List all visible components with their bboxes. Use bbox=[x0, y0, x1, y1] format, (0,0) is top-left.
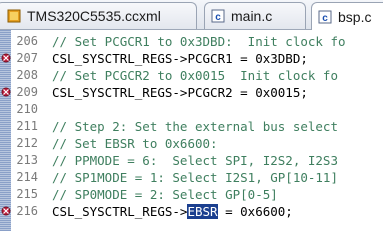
code-line[interactable]: 213 // PPMODE = 6: Select SPI, I2S2, I2S3 bbox=[0, 152, 383, 169]
line-number: 213 bbox=[16, 153, 38, 167]
code-comment: // Set PCGCR1 to 0x3DBD: Init clock fo bbox=[52, 34, 346, 49]
code-comment: // SP0MODE = 2: Select GP[0-5] bbox=[52, 187, 278, 202]
line-number: 212 bbox=[16, 136, 38, 150]
code-comment: // Set EBSR to 0x6600: bbox=[52, 136, 218, 151]
code-line[interactable]: 208 // Set PCGCR2 to 0x0015 Init clock fo bbox=[0, 67, 383, 84]
code-editor[interactable]: 206 // Set PCGCR1 to 0x3DBD: Init clock f… bbox=[0, 30, 383, 231]
breakpoint-icon[interactable] bbox=[1, 53, 11, 63]
line-number: 210 bbox=[16, 102, 38, 116]
line-number: 215 bbox=[16, 187, 38, 201]
tab-label: bsp.c bbox=[338, 8, 372, 25]
line-number: 209 bbox=[16, 85, 38, 99]
breakpoint-icon[interactable] bbox=[1, 206, 11, 216]
line-number: 216 bbox=[16, 204, 38, 218]
tab-main-c[interactable]: c main.c bbox=[204, 2, 306, 29]
code-text: = 0x6600; bbox=[217, 204, 293, 219]
code-line[interactable]: 206 // Set PCGCR1 to 0x3DBD: Init clock f… bbox=[0, 33, 383, 50]
code-line[interactable]: 215 // SP0MODE = 2: Select GP[0-5] bbox=[0, 186, 383, 203]
tab-bsp-c[interactable]: c bsp.c bbox=[311, 2, 383, 30]
line-number: 207 bbox=[16, 51, 38, 65]
c-file-icon: c bbox=[318, 10, 332, 24]
line-number: 206 bbox=[16, 34, 38, 48]
line-number: 214 bbox=[16, 170, 38, 184]
selected-token[interactable]: EBSR bbox=[187, 204, 218, 219]
code-comment: // Set PCGCR2 to 0x0015 Init clock fo bbox=[52, 68, 338, 83]
code-statement: CSL_SYSCTRL_REGS->PCGCR2 = 0x0015; bbox=[52, 85, 308, 100]
editor-tab-bar: TMS320C5535.ccxml c main.c c bsp.c bbox=[0, 0, 383, 30]
tab-label: main.c bbox=[231, 8, 273, 24]
code-comment: // SP1MODE = 1: Select I2S1, GP[10-11] bbox=[52, 170, 338, 185]
code-line[interactable]: 216 CSL_SYSCTRL_REGS->EBSR = 0x6600; bbox=[0, 203, 383, 220]
tab-tms320c5535-ccxml[interactable]: TMS320C5535.ccxml bbox=[0, 2, 197, 29]
code-line[interactable]: 211 // Step 2: Set the external bus selec… bbox=[0, 118, 383, 135]
line-number: 211 bbox=[16, 119, 38, 133]
code-text: CSL_SYSCTRL_REGS-> bbox=[52, 204, 188, 219]
code-comment: // Step 2: Set the external bus select bbox=[52, 119, 338, 134]
code-line[interactable]: 212 // Set EBSR to 0x6600: bbox=[0, 135, 383, 152]
code-line[interactable]: 210 bbox=[0, 101, 383, 118]
svg-text:c: c bbox=[215, 12, 221, 23]
tab-label: TMS320C5535.ccxml bbox=[27, 8, 161, 24]
ccxml-file-icon bbox=[7, 9, 21, 23]
code-line[interactable]: 207 CSL_SYSCTRL_REGS->PCGCR1 = 0x3DBD; bbox=[0, 50, 383, 67]
line-number: 208 bbox=[16, 68, 38, 82]
c-file-icon: c bbox=[211, 9, 225, 23]
code-line[interactable]: 209 CSL_SYSCTRL_REGS->PCGCR2 = 0x0015; bbox=[0, 84, 383, 101]
breakpoint-icon[interactable] bbox=[1, 87, 11, 97]
svg-text:c: c bbox=[322, 13, 328, 24]
code-statement: CSL_SYSCTRL_REGS->PCGCR1 = 0x3DBD; bbox=[52, 51, 308, 66]
code-statement: CSL_SYSCTRL_REGS->EBSR = 0x6600; bbox=[52, 203, 293, 220]
code-line[interactable]: 214 // SP1MODE = 1: Select I2S1, GP[10-11… bbox=[0, 169, 383, 186]
code-comment: // PPMODE = 6: Select SPI, I2S2, I2S3 bbox=[52, 153, 338, 168]
